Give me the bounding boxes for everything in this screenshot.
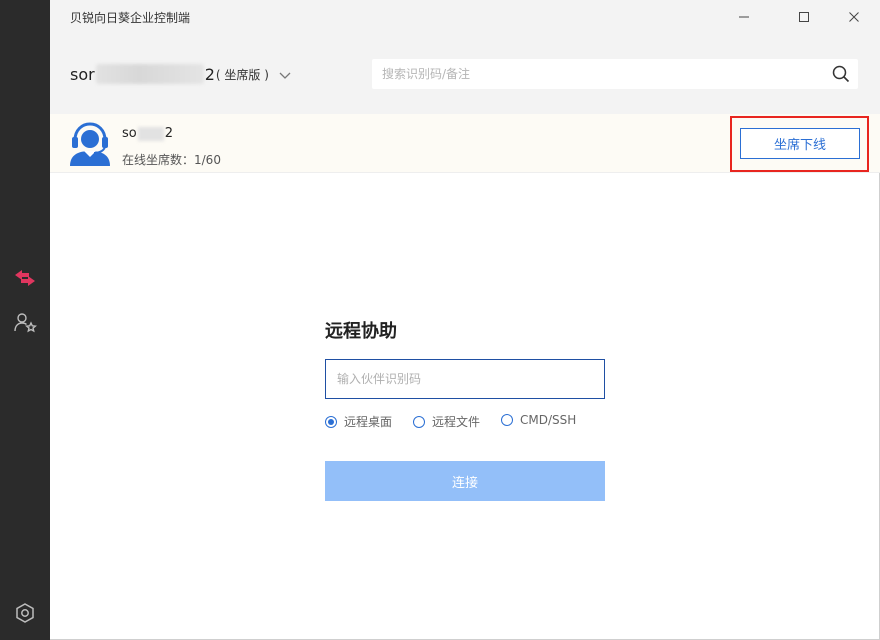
radio-label: 远程文件: [432, 415, 481, 429]
app-title: 贝锐向日葵企业控制端: [70, 11, 191, 25]
search-box: [372, 59, 858, 89]
search-input[interactable]: [372, 59, 812, 89]
account-name-prefix: sor: [70, 64, 95, 84]
maximize-icon[interactable]: [784, 5, 824, 29]
radio-unchecked-icon: [413, 415, 425, 428]
minimize-icon[interactable]: [724, 5, 764, 29]
radio-label: 远程桌面: [344, 415, 393, 429]
agent-avatar-icon: [68, 122, 112, 166]
radio-remote-desktop[interactable]: 远程桌面: [325, 413, 392, 430]
title-bar: 贝锐向日葵企业控制端: [50, 0, 880, 34]
agent-name-suffix: 2: [164, 126, 174, 141]
agent-name-blurred: [137, 126, 164, 141]
settings-hexagon-icon[interactable]: [12, 600, 38, 626]
chevron-down-icon: [279, 65, 291, 84]
search-icon[interactable]: [832, 65, 850, 83]
account-name-blurred: [95, 64, 204, 84]
radio-unchecked-icon: [501, 414, 513, 426]
main-window: 贝锐向日葵企业控制端 sor 2 ( 坐席版 ) 搜索识别码/备注 so 2 在…: [50, 0, 880, 640]
agent-name-prefix: so: [122, 126, 137, 141]
agent-online-count: 在线坐席数：1/60: [122, 153, 221, 167]
remote-assist-title: 远程协助: [325, 321, 397, 342]
account-name-suffix: 2: [204, 64, 215, 84]
agent-offline-button[interactable]: 坐席下线: [740, 128, 860, 159]
partner-id-input[interactable]: [325, 359, 605, 399]
radio-cmd-ssh[interactable]: CMD/SSH: [501, 413, 576, 427]
user-star-icon[interactable]: [12, 310, 38, 336]
remote-control-icon[interactable]: [12, 265, 38, 291]
account-dropdown[interactable]: sor 2 ( 坐席版 ): [70, 64, 291, 84]
radio-remote-file[interactable]: 远程文件: [413, 413, 480, 430]
radio-checked-icon: [325, 415, 337, 428]
connect-button[interactable]: 连接: [325, 461, 605, 501]
agent-row: so 2 在线坐席数：1/60 坐席下线: [50, 114, 880, 173]
account-edition: ( 坐席版 ): [215, 67, 269, 82]
header: sor 2 ( 坐席版 ): [50, 34, 880, 114]
close-icon[interactable]: [834, 5, 874, 29]
radio-label: CMD/SSH: [520, 413, 577, 427]
sidebar: [0, 0, 50, 640]
agent-name: so 2: [122, 126, 173, 141]
